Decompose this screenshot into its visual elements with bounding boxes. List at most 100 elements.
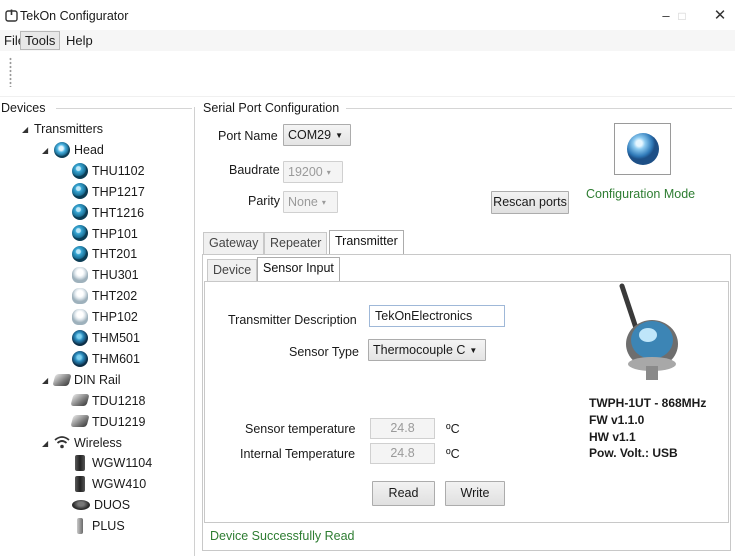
sensor-temperature-label: Sensor temperature: [245, 422, 356, 436]
chevron-down-icon: ▾: [321, 197, 326, 207]
transmitter-device-image: [619, 283, 678, 380]
sensor-type-label: Sensor Type: [289, 345, 359, 359]
devices-group-line: [56, 108, 192, 109]
tree-item-label: WGW410: [92, 477, 147, 492]
transmitter-description-input[interactable]: TekOnElectronics: [369, 305, 505, 327]
parity-select[interactable]: None ▾: [283, 191, 338, 213]
port-name-label: Port Name: [218, 129, 278, 143]
tree-item-label: Wireless: [74, 435, 122, 450]
head-transmitter-icon: [72, 204, 88, 221]
toolbar-grip-handle[interactable]: [9, 57, 12, 87]
tree-item-tht202[interactable]: THT202: [72, 286, 137, 307]
din-rail-icon: [70, 394, 90, 407]
tab-gateway[interactable]: Gateway: [203, 232, 265, 254]
tree-item-label: TDU1218: [92, 393, 146, 408]
wifi-icon: [54, 436, 70, 449]
ball-head-icon: [72, 329, 88, 346]
maximize-button[interactable]: □: [672, 6, 692, 26]
tree-item-thm601[interactable]: THM601: [72, 349, 140, 370]
tree-item-thu301[interactable]: THU301: [72, 265, 139, 286]
configuration-mode-button[interactable]: [614, 123, 671, 175]
tab-sensor-input[interactable]: Sensor Input: [257, 257, 340, 281]
tree-item-label: THT202: [92, 289, 138, 304]
expand-arrow-icon[interactable]: ◢: [42, 433, 54, 454]
tree-item-thu1102[interactable]: THU1102: [72, 161, 145, 182]
tree-item-tht1216[interactable]: THT1216: [72, 203, 144, 224]
baudrate-value: 19200: [288, 165, 323, 179]
tree-item-thm501[interactable]: THM501: [72, 328, 140, 349]
title-bar: TekOn Configurator – □ ✕: [0, 0, 735, 30]
tree-item-label: THT1216: [92, 205, 145, 220]
head-transmitter-icon: [72, 225, 88, 242]
sensor-temperature-unit: ºC: [446, 422, 460, 436]
devices-header: Devices: [1, 101, 48, 115]
tree-item-tdu1218[interactable]: TDU1218: [70, 391, 146, 412]
write-button[interactable]: Write: [445, 481, 505, 506]
port-name-select[interactable]: COM29 ▼: [283, 124, 351, 146]
chevron-down-icon: ▼: [335, 130, 343, 140]
tree-item-label: Transmitters: [34, 122, 103, 136]
tree-item-thp1217[interactable]: THP1217: [72, 182, 145, 203]
serial-port-config-header: Serial Port Configuration: [203, 101, 343, 115]
tree-item-label: TDU1219: [92, 414, 146, 429]
tree-item-wgw410[interactable]: WGW410: [72, 474, 146, 495]
baudrate-label: Baudrate: [229, 163, 280, 177]
tree-item-label: THP102: [92, 310, 138, 325]
white-head-icon: [72, 308, 88, 325]
tree-item-plus[interactable]: PLUS: [72, 516, 125, 537]
gateway-icon: [75, 455, 85, 472]
tree-item-din-rail[interactable]: ◢ DIN Rail: [42, 370, 121, 391]
tree-item-label: DUOS: [94, 498, 131, 513]
serial-group-line: [346, 108, 732, 109]
chevron-down-icon: ▾: [326, 167, 331, 177]
chevron-down-icon: ▼: [469, 345, 478, 355]
tree-item-wireless[interactable]: ◢ Wireless: [42, 433, 122, 454]
close-button[interactable]: ✕: [710, 6, 730, 26]
head-transmitter-icon: [72, 162, 88, 179]
baudrate-select[interactable]: 19200 ▾: [283, 161, 343, 183]
menu-tools[interactable]: Tools: [20, 31, 61, 50]
gateway-icon: [75, 476, 85, 492]
internal-temperature-value: 24.8: [370, 443, 435, 464]
port-name-value: COM29: [288, 128, 332, 142]
tree-item-wgw1104[interactable]: WGW1104: [72, 453, 152, 474]
tree-item-label: THP1217: [92, 184, 145, 199]
tree-item-tdu1219[interactable]: TDU1219: [70, 412, 146, 433]
white-head-icon: [72, 267, 88, 283]
ball-head-icon: [72, 350, 88, 367]
head-transmitter-icon: [72, 246, 88, 263]
tab-device[interactable]: Device: [207, 259, 258, 281]
tree-item-label: THM601: [92, 351, 140, 366]
internal-temperature-label: Internal Temperature: [240, 447, 356, 461]
tree-item-thp102[interactable]: THP102: [72, 307, 138, 328]
toolbar: [0, 51, 735, 97]
menu-bar: File Tools Help: [0, 30, 735, 51]
menu-help[interactable]: Help: [62, 31, 97, 50]
expand-arrow-icon[interactable]: ◢: [42, 140, 54, 161]
configuration-mode-label: Configuration Mode: [586, 187, 696, 201]
tree-item-label: WGW1104: [92, 456, 153, 471]
head-transmitter-icon: [72, 183, 88, 200]
tree-item-thp101[interactable]: THP101: [72, 224, 138, 245]
rescan-ports-button[interactable]: Rescan ports: [491, 191, 569, 214]
parity-label: Parity: [248, 194, 280, 208]
tree-item-label: THT201: [92, 247, 138, 262]
read-button[interactable]: Read: [372, 481, 435, 506]
expand-arrow-icon[interactable]: ◢: [22, 119, 34, 140]
tree-item-transmitters[interactable]: ◢ Transmitters: [22, 119, 103, 140]
tree-item-duos[interactable]: DUOS: [72, 495, 130, 516]
tree-item-label: THU301: [92, 268, 139, 283]
app-power-icon: [5, 9, 18, 22]
tab-transmitter[interactable]: Transmitter: [329, 230, 404, 254]
sensor-type-select[interactable]: Thermocouple C ▼: [368, 339, 486, 361]
tree-item-label: PLUS: [92, 519, 125, 534]
tree-item-tht201[interactable]: THT201: [72, 244, 137, 265]
status-message: Device Successfully Read: [210, 529, 355, 543]
expand-arrow-icon[interactable]: ◢: [42, 370, 54, 391]
head-group-icon: [54, 141, 70, 158]
tab-repeater[interactable]: Repeater: [264, 232, 328, 254]
din-rail-icon: [52, 373, 72, 386]
parity-value: None: [288, 195, 318, 209]
tree-item-head[interactable]: ◢ Head: [42, 140, 104, 161]
tree-item-label: THU1102: [92, 163, 145, 178]
